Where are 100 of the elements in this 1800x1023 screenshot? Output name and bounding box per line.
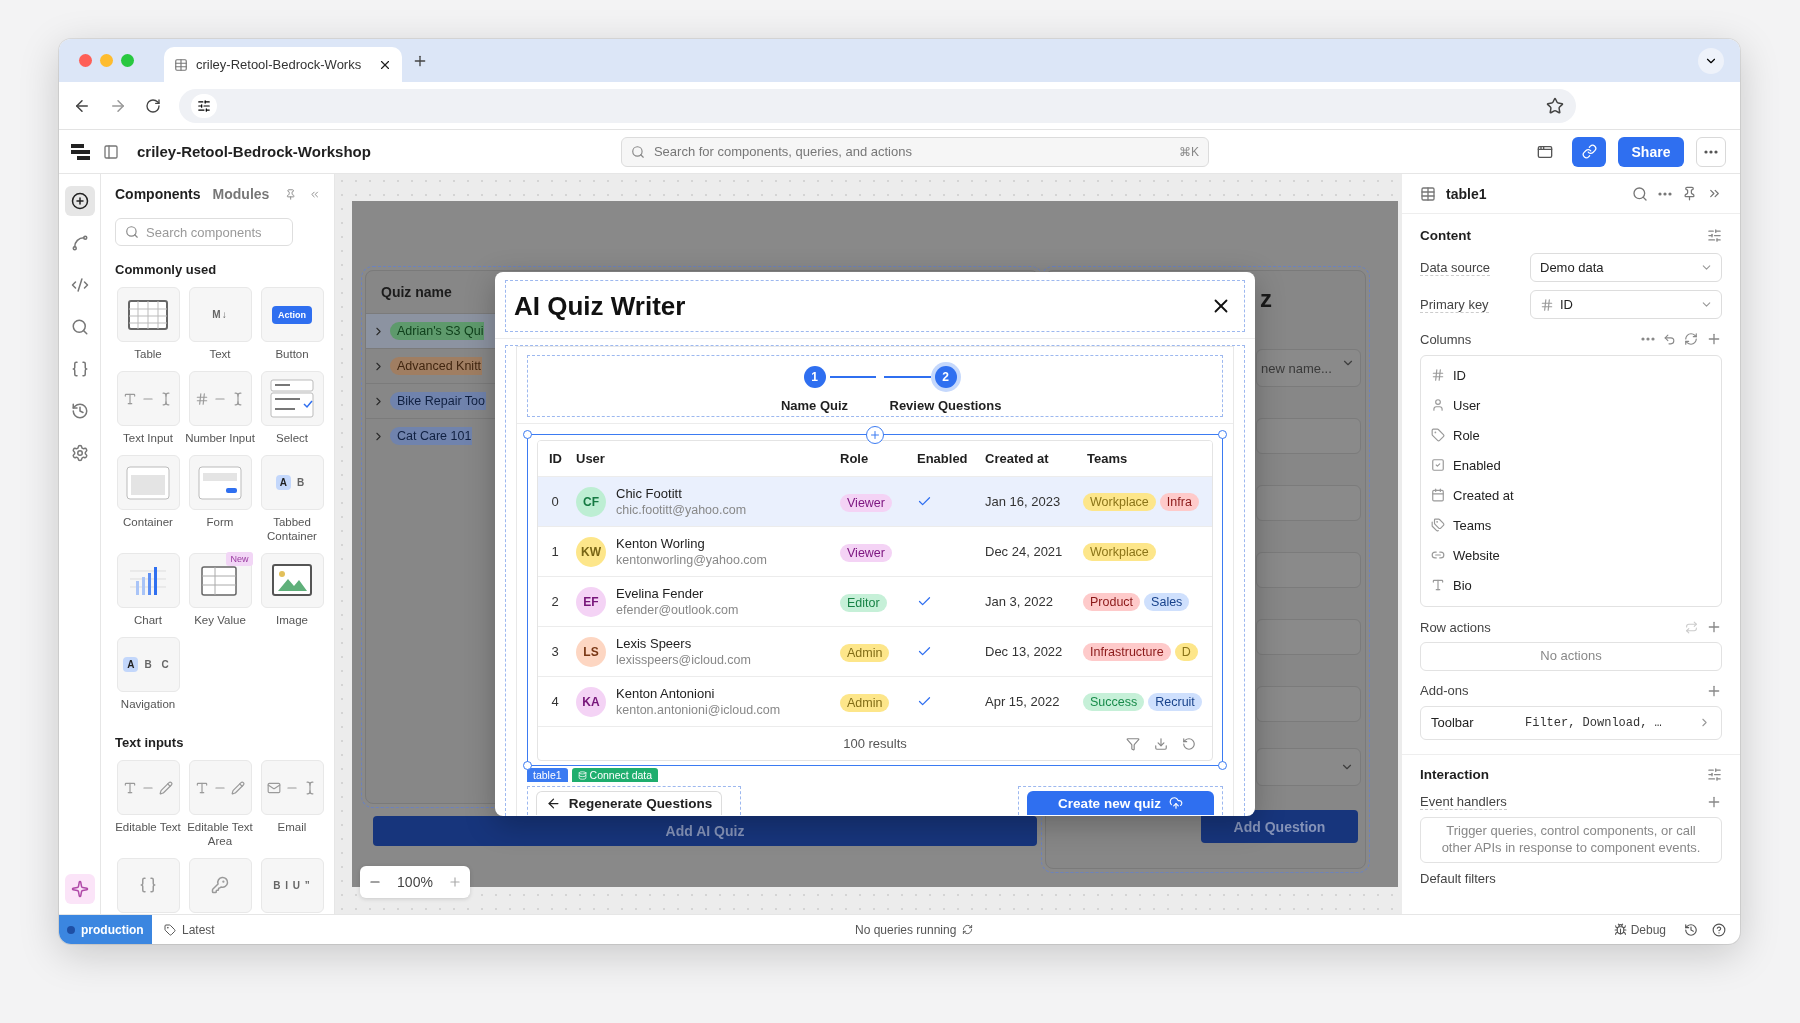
component-tile[interactable] [116,287,180,342]
component-tile[interactable] [188,857,252,913]
component-tile[interactable] [260,552,324,608]
step-number[interactable]: 1 [803,366,826,388]
close-light[interactable] [79,54,92,67]
pin-icon[interactable] [285,186,297,202]
help-button[interactable] [1712,922,1726,937]
component-tile[interactable] [260,760,324,816]
table-icon [174,57,188,72]
add-question-button[interactable]: Add Question [1201,810,1358,843]
sidebar-icon[interactable] [103,143,119,160]
settings-icon[interactable] [1707,228,1722,243]
search-icon [630,144,645,159]
browser-tab[interactable]: criley-Retool-Bedrock-Works [164,47,402,82]
assistant-button[interactable] [64,874,95,904]
table-row[interactable]: 0 CF Chic Footitt chic.footitt@yahoo.com Viewer Jan 16, 2023 Workplace Infra [538,476,1212,526]
sync-icon[interactable] [1684,332,1698,346]
column-item[interactable]: User [1431,390,1711,420]
primary-key-select[interactable]: ID [1530,290,1722,319]
user-email: efender@outlook.com [616,603,739,617]
site-info-button[interactable] [191,93,217,118]
input-field[interactable] [1256,686,1361,722]
column-item[interactable]: Role [1431,420,1711,450]
rail-button[interactable] [64,186,95,216]
zoom-light[interactable] [121,54,134,67]
add-handle[interactable] [866,426,884,444]
filter-icon[interactable] [1126,737,1140,751]
component-tile[interactable]: New [188,552,252,608]
tab-menu-button[interactable] [1698,48,1724,74]
panel-tab[interactable]: Modules [212,186,270,202]
component-tile[interactable] [188,760,252,816]
undo-icon[interactable] [1663,332,1676,346]
component-tile[interactable]: B I U ” [260,857,324,913]
column-item[interactable]: Bio [1431,570,1711,600]
component-tile[interactable] [116,552,180,608]
select-field[interactable] [1256,748,1361,786]
tile-label: Navigation [119,698,177,712]
more-button[interactable] [1696,136,1726,167]
pin-icon[interactable] [1682,186,1697,201]
column-item[interactable]: Teams [1431,510,1711,540]
input-field[interactable] [1256,485,1361,521]
component-tile[interactable] [116,455,180,511]
new-badge: New [226,551,253,566]
history-button[interactable] [1684,922,1698,937]
more-icon[interactable] [1658,191,1672,196]
table-icon [128,299,168,330]
step-number[interactable]: 2 [934,366,957,388]
copy-link-button[interactable] [1572,136,1606,167]
logo-icon [71,143,91,160]
component-search-field[interactable]: Search components [115,218,293,246]
column-item[interactable]: Enabled [1431,450,1711,480]
resize-handle[interactable] [523,430,532,439]
bookmark-icon[interactable] [1546,96,1564,115]
select-field[interactable]: new name... [1256,349,1361,387]
refresh-icon [962,924,974,935]
share-button[interactable]: Share [1618,136,1684,167]
data-source-select[interactable]: Demo data [1530,253,1722,282]
addon-row[interactable]: Toolbar Filter, Download, … [1420,705,1722,740]
property-label: Add-ons [1420,683,1469,699]
component-tile[interactable]: Action [260,287,324,342]
table-cell-text: Jan 16, 2023 [984,494,1062,509]
regenerate-button[interactable]: Regenerate Questions [536,791,722,815]
input-field[interactable] [1256,418,1361,454]
input-field[interactable] [1256,552,1361,588]
resize-handle[interactable] [1218,430,1227,439]
tile-label: Email [276,821,308,835]
add-icon[interactable] [1706,619,1722,635]
reload-icon[interactable] [145,97,161,114]
component-tile[interactable] [116,857,180,913]
version-tag[interactable]: Latest [164,922,215,937]
component-tile[interactable] [188,371,252,427]
component-tile[interactable] [188,455,252,511]
debug-button[interactable]: Debug [1613,922,1666,937]
settings-icon[interactable] [1707,766,1722,782]
component-tile[interactable] [260,371,324,427]
component-tile[interactable] [116,760,180,816]
column-item[interactable]: Created at [1431,480,1711,510]
results-count: 100 results [843,736,907,751]
input-field[interactable] [1256,619,1361,655]
component-tile[interactable]: A B [260,455,324,511]
add-icon[interactable] [1706,331,1722,347]
more-icon[interactable] [1641,337,1655,341]
column-item[interactable]: ID [1431,360,1711,390]
component-tile[interactable]: M↓ [188,287,252,342]
team-tag: Success [1083,692,1145,711]
quiz-tag: Advanced Knitt [390,357,483,375]
property-label: Event handlers [1420,793,1507,810]
search-icon[interactable] [1632,185,1648,202]
column-item[interactable]: Website [1431,540,1711,570]
resize-handle[interactable] [1218,761,1227,770]
environment-badge[interactable]: production [59,915,152,944]
inspector-title: table1 [1446,185,1488,202]
code-icon [70,276,89,294]
component-tile[interactable]: A B C [116,637,180,693]
refresh-icon[interactable] [1182,737,1196,751]
create-quiz-button[interactable]: Create new quiz [1027,791,1214,815]
download-icon[interactable] [1154,737,1168,751]
sparkle-icon [70,880,89,898]
component-tile[interactable] [116,371,180,427]
panel-tab[interactable]: Components [115,186,201,202]
